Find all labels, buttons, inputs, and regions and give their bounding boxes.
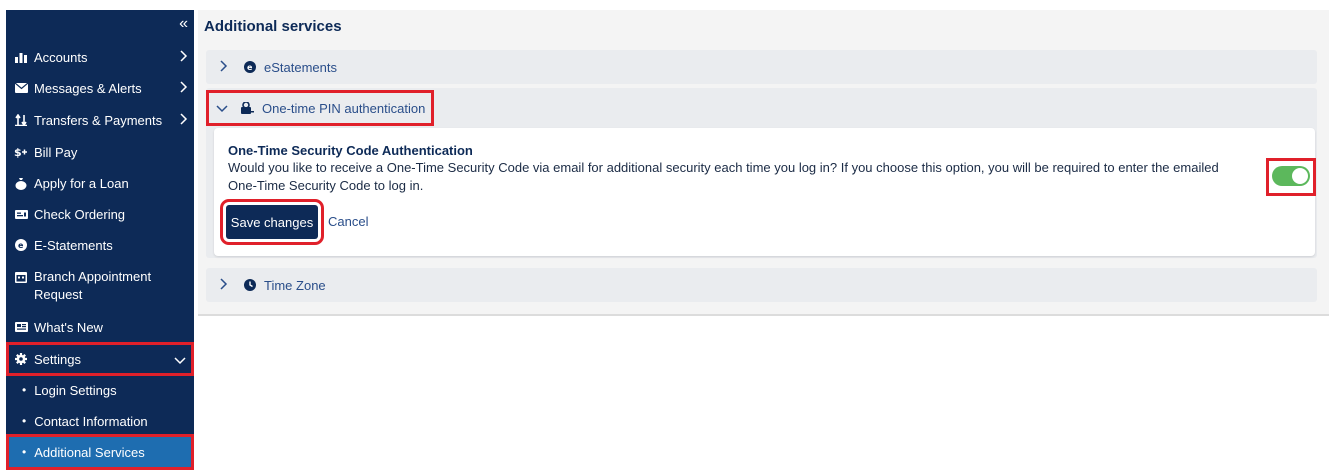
bill-pay-icon: $ xyxy=(14,145,28,159)
bullet-icon: • xyxy=(22,383,27,397)
otp-section-title: One-Time Security Code Authentication xyxy=(228,143,473,158)
sidebar-item-label: Additional Services xyxy=(34,444,145,460)
sidebar-item-label: Settings xyxy=(34,351,81,367)
cancel-link[interactable]: Cancel xyxy=(328,214,368,229)
panel-header-estatements[interactable]: e eStatements xyxy=(206,50,1317,84)
estatement-icon: e xyxy=(244,61,256,73)
sidebar-subitem-contact-information[interactable]: • Contact Information xyxy=(6,406,194,436)
sidebar-item-accounts[interactable]: Accounts xyxy=(6,42,194,72)
chevron-down-icon xyxy=(174,353,186,368)
sidebar: « Accounts Messages & Alerts Transfers &… xyxy=(6,10,194,470)
check-icon xyxy=(14,207,28,221)
sidebar-item-label: Accounts xyxy=(34,49,88,65)
sidebar-item-label: What's New xyxy=(34,319,103,335)
sidebar-item-label: Login Settings xyxy=(34,382,117,398)
chevron-right-icon xyxy=(220,59,234,75)
sidebar-item-e-statements[interactable]: e E-Statements xyxy=(6,230,194,260)
sidebar-item-label: Messages & Alerts xyxy=(34,80,142,96)
transfer-icon xyxy=(14,113,28,127)
sidebar-item-bill-pay[interactable]: $ Bill Pay xyxy=(6,137,194,167)
bullet-icon: • xyxy=(22,414,27,428)
toggle-knob xyxy=(1292,168,1308,184)
panel-time-zone: Time Zone xyxy=(206,268,1317,302)
panel-header-time-zone[interactable]: Time Zone xyxy=(206,268,1317,302)
main-content: Additional services e eStatements One-ti… xyxy=(198,10,1329,316)
bullet-icon: • xyxy=(22,445,27,459)
sidebar-item-label: Transfers & Payments xyxy=(34,112,163,128)
panel-header-otp[interactable]: One-time PIN authentication xyxy=(206,90,434,126)
clock-icon xyxy=(244,279,256,291)
save-changes-button[interactable]: Save changes xyxy=(220,199,324,245)
page-title: Additional services xyxy=(204,18,342,35)
estatement-icon: e xyxy=(14,238,28,252)
sidebar-item-messages-alerts[interactable]: Messages & Alerts xyxy=(6,73,194,103)
sidebar-item-label: Contact Information xyxy=(34,413,148,429)
money-bag-icon xyxy=(14,176,28,190)
sidebar-item-label: Bill Pay xyxy=(34,144,78,160)
calendar-icon xyxy=(14,270,28,284)
bar-chart-icon xyxy=(14,50,28,64)
pin-pad-icon xyxy=(240,102,254,114)
newspaper-icon xyxy=(14,320,28,334)
collapse-sidebar-icon[interactable]: « xyxy=(179,16,188,32)
gear-icon xyxy=(14,352,28,366)
chevron-right-icon xyxy=(180,113,188,128)
sidebar-item-whats-new[interactable]: What's New xyxy=(6,312,194,342)
otp-toggle-switch[interactable] xyxy=(1272,166,1310,186)
otp-toggle-highlight xyxy=(1266,158,1316,196)
panel-label: One-time PIN authentication xyxy=(262,100,426,116)
sidebar-subitem-login-settings[interactable]: • Login Settings xyxy=(6,375,194,405)
sidebar-item-label: Branch Appointment Request xyxy=(34,269,152,302)
otp-description: Would you like to receive a One-Time Sec… xyxy=(228,160,1219,193)
svg-text:e: e xyxy=(18,241,24,250)
panel-estatements: e eStatements xyxy=(206,50,1317,84)
sidebar-item-transfers-payments[interactable]: Transfers & Payments xyxy=(6,105,194,135)
svg-text:$: $ xyxy=(14,146,22,158)
sidebar-item-branch-appointment[interactable]: Branch Appointment Request xyxy=(6,264,194,308)
sidebar-item-apply-loan[interactable]: Apply for a Loan xyxy=(6,168,194,198)
panel-label: eStatements xyxy=(264,59,337,75)
sidebar-subitem-additional-services[interactable]: • Additional Services xyxy=(6,434,194,470)
panel-label: Time Zone xyxy=(264,277,326,293)
chevron-right-icon xyxy=(220,277,234,293)
sidebar-item-settings[interactable]: Settings xyxy=(6,342,194,376)
sidebar-item-check-ordering[interactable]: Check Ordering xyxy=(6,199,194,229)
sidebar-item-label: Check Ordering xyxy=(34,206,126,222)
envelope-icon xyxy=(14,81,28,95)
chevron-right-icon xyxy=(180,50,188,65)
chevron-down-icon xyxy=(216,101,230,116)
sidebar-item-label: Apply for a Loan xyxy=(34,175,129,191)
otp-settings-card: One-Time Security Code Authentication Wo… xyxy=(214,128,1316,256)
svg-text:e: e xyxy=(247,63,253,72)
sidebar-item-label: E-Statements xyxy=(34,237,113,253)
chevron-right-icon xyxy=(180,81,188,96)
